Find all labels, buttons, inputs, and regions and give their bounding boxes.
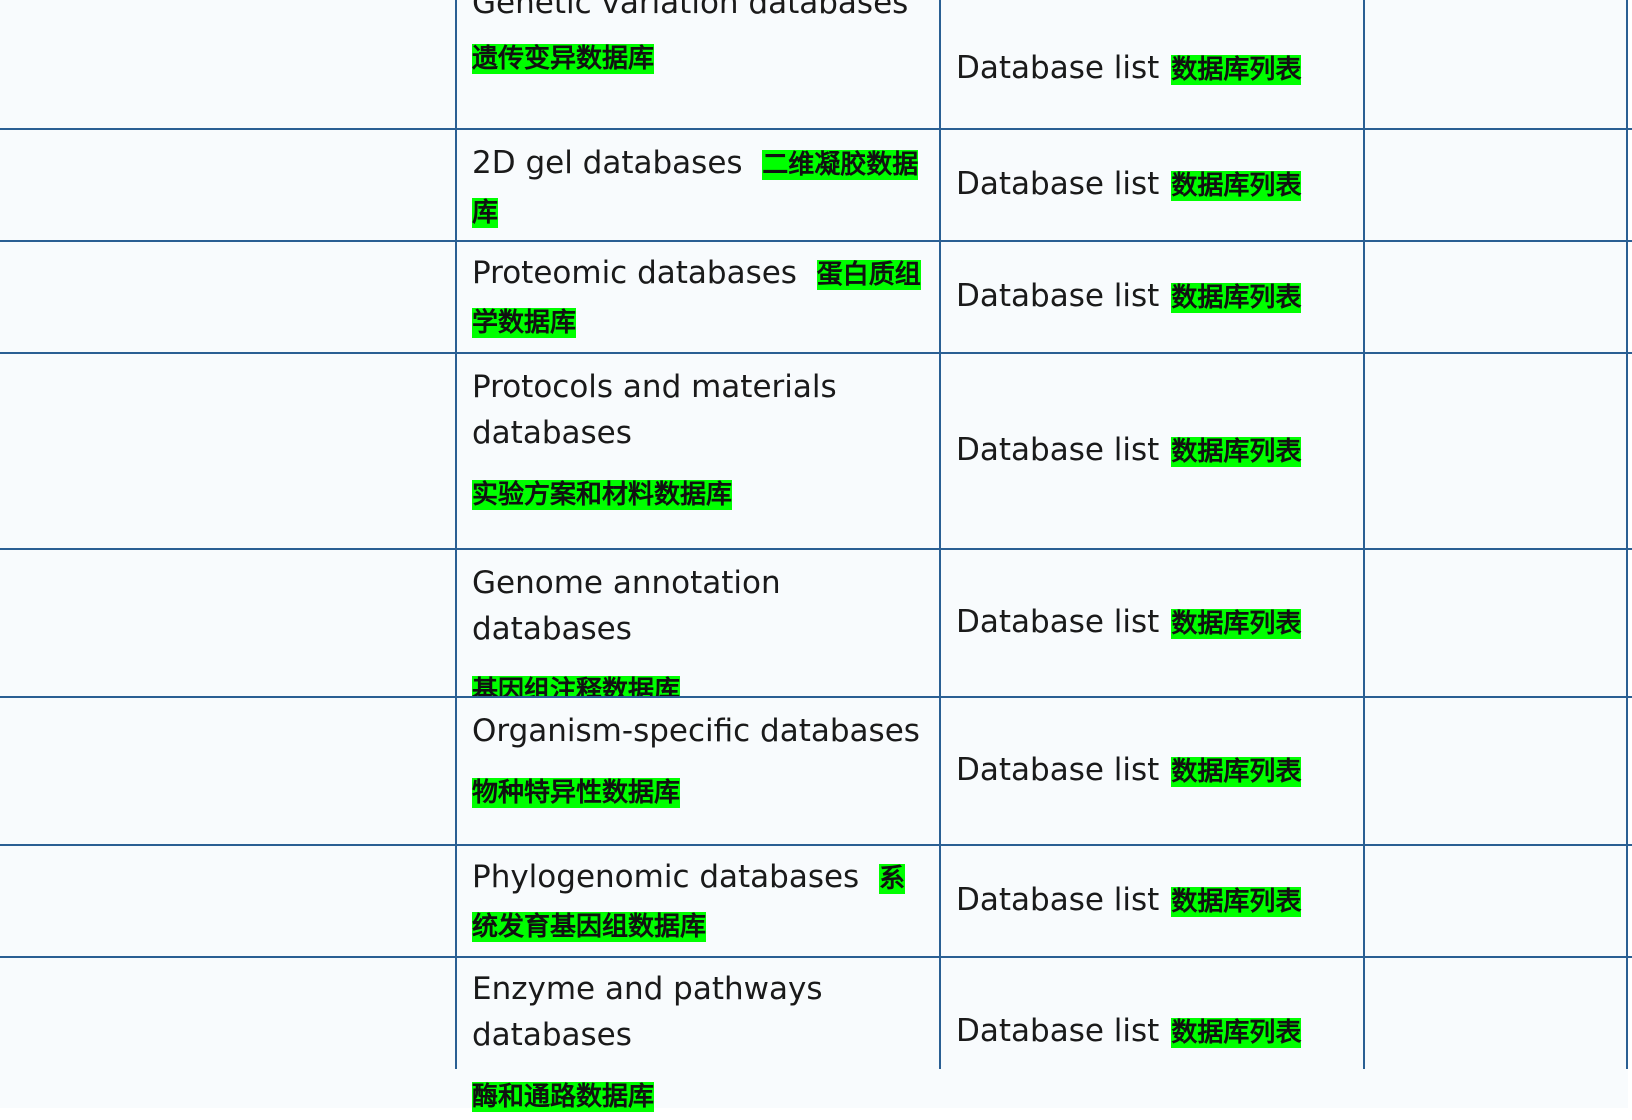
table-row: Genetic variation databases 遗传变异数据库 Data… (0, 0, 1632, 128)
category-label-zh: 物种特异性数据库 (472, 778, 681, 808)
database-table: Genetic variation databases 遗传变异数据库 Data… (0, 0, 1632, 1112)
table-cell-list: Database list 数据库列表 (940, 698, 1364, 844)
table-row: Protocols and materials databases 实验方案和材… (0, 354, 1632, 548)
table-cell-list: Database list 数据库列表 (940, 0, 1364, 128)
table-border (0, 956, 1632, 958)
database-list-link[interactable]: Database list (956, 50, 1159, 86)
category-label[interactable]: Enzyme and pathways databases (472, 966, 924, 1058)
table-border (0, 844, 1632, 846)
table-cell-list: Database list 数据库列表 (940, 846, 1364, 956)
table-cell-category: Enzyme and pathways databases 酶和通路数据库 (456, 958, 940, 1112)
database-list-zh: 数据库列表 (1171, 887, 1302, 917)
database-list-link[interactable]: Database list (956, 1013, 1159, 1049)
database-list-zh: 数据库列表 (1171, 283, 1302, 313)
category-label-zh: 酶和通路数据库 (472, 1082, 655, 1112)
category-label[interactable]: Organism-specific databases (472, 708, 924, 754)
table-cell-empty (0, 846, 456, 956)
table-cell-list: Database list 数据库列表 (940, 550, 1364, 696)
table-row: Organism-specific databases 物种特异性数据库 Dat… (0, 698, 1632, 844)
table-border (0, 352, 1632, 354)
table-cell-empty (1364, 354, 1628, 548)
table-cell-category: Genome annotation databases 基因组注释数据库 (456, 550, 940, 706)
database-list-zh: 数据库列表 (1171, 437, 1302, 467)
table-border (1363, 0, 1365, 1069)
table-cell-empty (0, 354, 456, 548)
table-cell-empty (0, 0, 456, 128)
table-cell-empty (0, 698, 456, 844)
table-row: Enzyme and pathways databases 酶和通路数据库 Da… (0, 958, 1632, 1112)
table-border (0, 696, 1632, 698)
table-cell-empty (0, 130, 456, 240)
table-row: Phylogenomic databases 系统发育基因组数据库 Databa… (0, 846, 1632, 956)
database-list-link[interactable]: Database list (956, 166, 1159, 202)
table-row: Proteomic databases 蛋白质组学数据库 Database li… (0, 242, 1632, 352)
table-cell-empty (1364, 698, 1628, 844)
table-cell-empty (1364, 242, 1628, 352)
table-cell-category: Protocols and materials databases 实验方案和材… (456, 354, 940, 548)
database-list-link[interactable]: Database list (956, 882, 1159, 918)
category-label[interactable]: Genetic variation databases (472, 0, 924, 26)
table-cell-list: Database list 数据库列表 (940, 354, 1364, 548)
category-label[interactable]: Genome annotation databases (472, 560, 924, 652)
table-border (0, 240, 1632, 242)
category-label[interactable]: Protocols and materials databases (472, 364, 924, 456)
table-cell-empty (0, 242, 456, 352)
category-label-zh: 遗传变异数据库 (472, 44, 655, 74)
table-cell-category: Proteomic databases 蛋白质组学数据库 (456, 242, 940, 352)
database-list-zh: 数据库列表 (1171, 55, 1302, 85)
database-list-link[interactable]: Database list (956, 604, 1159, 640)
category-label-zh: 实验方案和材料数据库 (472, 480, 733, 510)
table-cell-empty (1364, 130, 1628, 240)
category-label[interactable]: 2D gel databases (472, 145, 743, 181)
table-cell-list: Database list 数据库列表 (940, 958, 1364, 1108)
category-label[interactable]: Proteomic databases (472, 255, 797, 291)
table-border (939, 0, 941, 1069)
database-list-zh: 数据库列表 (1171, 171, 1302, 201)
table-border (0, 128, 1632, 130)
database-list-zh: 数据库列表 (1171, 609, 1302, 639)
table-row: 2D gel databases 二维凝胶数据库 Database list 数据… (0, 130, 1632, 240)
table-cell-empty (1364, 958, 1628, 1108)
table-cell-empty (0, 958, 456, 1108)
database-list-link[interactable]: Database list (956, 432, 1159, 468)
table-cell-empty (1364, 550, 1628, 696)
database-list-link[interactable]: Database list (956, 278, 1159, 314)
table-cell-empty (0, 550, 456, 696)
table-cell-category: Genetic variation databases 遗传变异数据库 (456, 0, 940, 128)
category-label[interactable]: Phylogenomic databases (472, 859, 859, 895)
table-cell-list: Database list 数据库列表 (940, 242, 1364, 352)
table-border (455, 0, 457, 1069)
table-cell-empty (1364, 846, 1628, 956)
table-cell-category: Phylogenomic databases 系统发育基因组数据库 (456, 846, 940, 956)
table-cell-empty (1364, 0, 1628, 128)
database-list-link[interactable]: Database list (956, 752, 1159, 788)
table-row: Genome annotation databases 基因组注释数据库 Dat… (0, 550, 1632, 706)
table-cell-list: Database list 数据库列表 (940, 130, 1364, 240)
database-list-zh: 数据库列表 (1171, 757, 1302, 787)
table-cell-category: 2D gel databases 二维凝胶数据库 (456, 130, 940, 240)
table-border (1626, 0, 1628, 1069)
database-list-zh: 数据库列表 (1171, 1018, 1302, 1048)
table-cell-category: Organism-specific databases 物种特异性数据库 (456, 698, 940, 844)
table-border (0, 548, 1632, 550)
